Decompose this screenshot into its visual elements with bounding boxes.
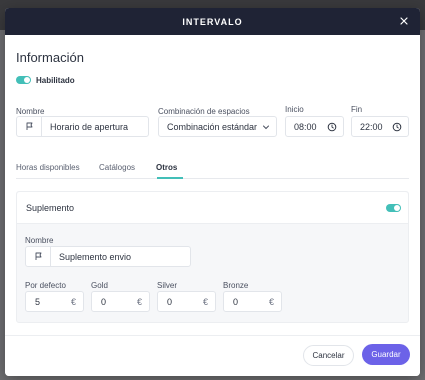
price-bronze-field[interactable]: 0 € — [223, 291, 282, 312]
end-value: 22:00 — [360, 121, 383, 132]
enabled-label: Habilitado — [36, 76, 75, 85]
price-silver-label: Silver — [157, 281, 178, 290]
price-default-label: Por defecto — [25, 281, 66, 290]
price-gold-value: 0 — [101, 297, 107, 307]
interval-modal: INTERVALO Información Habilitado Nombre … — [5, 8, 420, 376]
modal-header: INTERVALO — [5, 8, 420, 35]
currency-symbol: € — [202, 297, 208, 307]
start-label: Inicio — [285, 105, 304, 114]
supplement-title: Suplemento — [26, 203, 75, 213]
supplement-panel: Suplemento Nombre Suplemento envio Por d… — [16, 191, 409, 323]
price-default-value: 5 — [35, 297, 41, 307]
price-gold-label: Gold — [91, 281, 108, 290]
section-title: Información — [16, 50, 84, 65]
supplement-name-value: Suplemento envio — [59, 251, 132, 262]
end-time-field[interactable]: 22:00 — [351, 116, 409, 137]
name-label: Nombre — [16, 107, 45, 116]
start-value: 08:00 — [294, 121, 317, 132]
price-bronze-label: Bronze — [223, 281, 249, 290]
tab-bar: Horas disponibles Catálogos Otros — [16, 163, 409, 179]
tab-available-hours[interactable]: Horas disponibles — [16, 163, 80, 172]
supplement-name-label: Nombre — [25, 236, 54, 245]
price-silver-field[interactable]: 0 € — [157, 291, 216, 312]
modal-title: INTERVALO — [182, 16, 243, 27]
clock-icon — [327, 122, 337, 132]
cancel-button[interactable]: Cancelar — [303, 345, 354, 366]
toggle-knob — [24, 77, 30, 83]
combination-value: Combinación estándar — [167, 121, 258, 132]
combination-label: Combinación de espacios — [158, 107, 250, 116]
name-value: Horario de apertura — [50, 121, 129, 132]
flag-icon — [26, 122, 32, 130]
supplement-header: Suplemento — [17, 192, 408, 224]
chevron-down-icon — [263, 125, 269, 130]
name-field[interactable]: Horario de apertura — [16, 116, 149, 137]
currency-symbol: € — [136, 297, 142, 307]
end-label: Fin — [351, 105, 363, 114]
start-time-field[interactable]: 08:00 — [285, 116, 344, 137]
modal-footer: Cancelar Guardar — [5, 335, 420, 376]
flag-icon — [35, 252, 41, 260]
supplement-toggle[interactable] — [386, 204, 401, 212]
close-icon — [400, 17, 408, 25]
save-button[interactable]: Guardar — [362, 344, 410, 365]
currency-symbol: € — [70, 297, 76, 307]
toggle-knob — [394, 205, 400, 211]
close-button[interactable] — [397, 14, 411, 28]
combination-select[interactable]: Combinación estándar — [158, 116, 277, 137]
currency-symbol: € — [268, 297, 274, 307]
tab-others[interactable]: Otros — [156, 163, 177, 172]
enabled-toggle[interactable] — [16, 76, 31, 84]
flag-button[interactable] — [26, 247, 51, 266]
clock-icon — [392, 122, 402, 132]
price-gold-field[interactable]: 0 € — [91, 291, 150, 312]
supplement-name-field[interactable]: Suplemento envio — [25, 246, 191, 267]
tab-catalogs[interactable]: Catálogos — [99, 163, 135, 172]
price-bronze-value: 0 — [233, 297, 239, 307]
active-tab-indicator — [157, 177, 183, 179]
price-silver-value: 0 — [167, 297, 173, 307]
price-default-field[interactable]: 5 € — [25, 291, 84, 312]
flag-button[interactable] — [17, 117, 42, 136]
